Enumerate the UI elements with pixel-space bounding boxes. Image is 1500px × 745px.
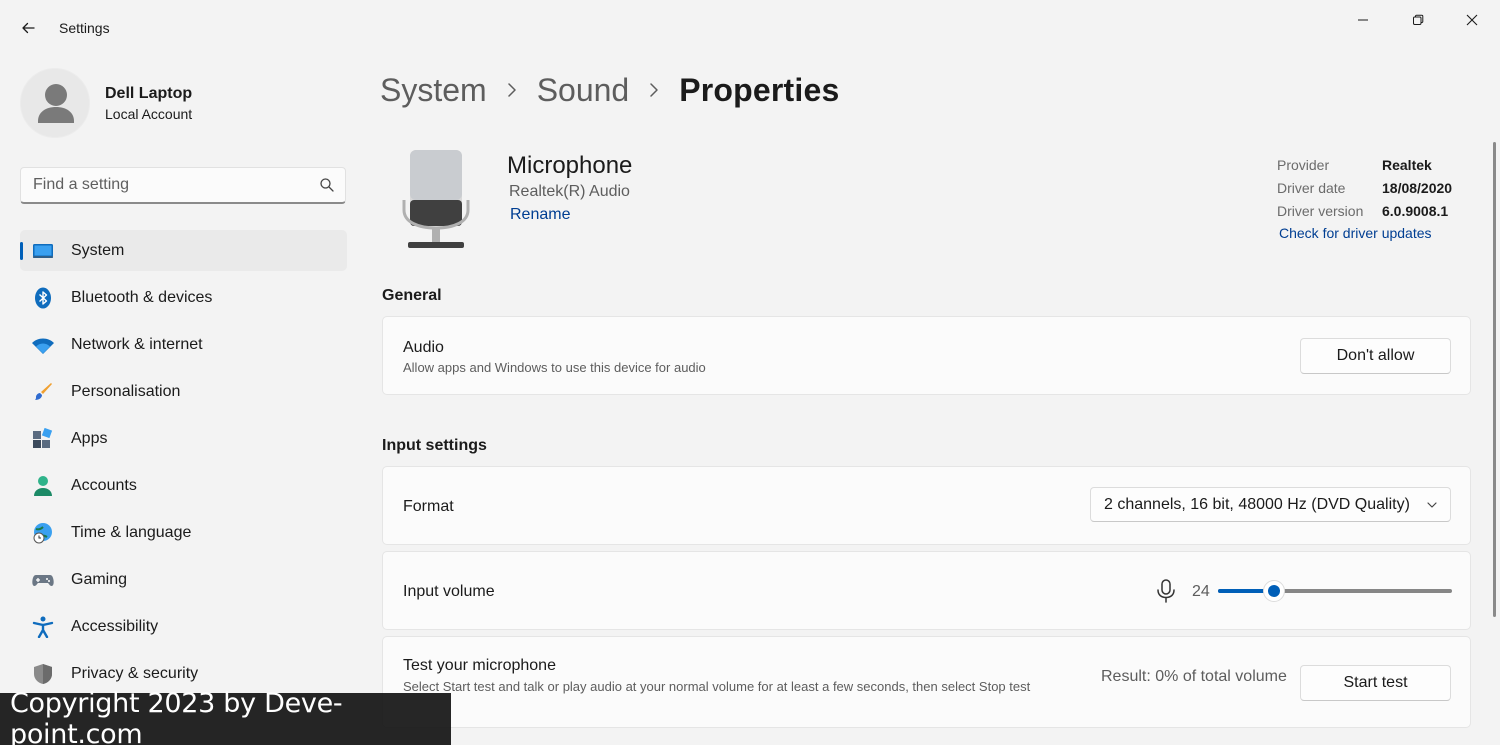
format-card: Format 2 channels, 16 bit, 48000 Hz (DVD… (382, 466, 1471, 545)
sidebar-item-label: Accessibility (71, 617, 159, 635)
apps-icon (33, 428, 53, 448)
shield-icon (34, 664, 52, 684)
chevron-right-icon (650, 83, 658, 97)
wifi-icon (32, 338, 54, 354)
sidebar-item-label: Network & internet (71, 335, 203, 353)
dont-allow-button[interactable]: Don't allow (1300, 338, 1451, 374)
gamepad-icon (32, 575, 54, 586)
sidebar-item-label: Apps (71, 429, 108, 447)
brush-icon (35, 383, 52, 400)
audio-title: Audio (403, 339, 444, 356)
audio-card: Audio Allow apps and Windows to use this… (382, 316, 1471, 395)
user-avatar-icon (38, 84, 74, 123)
driver-info-row: Driver date 18/08/2020 (1277, 178, 1477, 201)
restore-icon (1413, 14, 1424, 25)
search-input[interactable] (21, 168, 311, 202)
accessibility-icon (32, 616, 54, 638)
profile-name: Dell Laptop (105, 85, 193, 102)
copyright-watermark: Copyright 2023 by Deve-point.com (0, 688, 451, 745)
sidebar-item-apps[interactable]: Apps (20, 418, 347, 459)
sidebar-item-label: Bluetooth & devices (71, 288, 213, 306)
driver-info-key: Provider (1277, 157, 1330, 173)
title-bar: Settings (0, 0, 1500, 56)
accounts-icon (34, 476, 52, 496)
sidebar-item-time-language[interactable]: Time & language (20, 512, 347, 553)
breadcrumb: System Sound Properties (380, 68, 840, 112)
sidebar-nav: System Bluetooth & devices Network & int… (20, 230, 347, 700)
sidebar-item-gaming[interactable]: Gaming (20, 559, 347, 600)
sidebar-item-label: Gaming (71, 570, 128, 588)
rename-link[interactable]: Rename (510, 206, 570, 224)
sidebar-item-label: Personalisation (71, 382, 181, 400)
restore-button[interactable] (1395, 6, 1441, 34)
test-microphone-card: Test your microphone Select Start test a… (382, 636, 1471, 728)
close-button[interactable] (1449, 6, 1495, 34)
driver-info-value: Realtek (1382, 157, 1432, 173)
sidebar-item-bluetooth-devices[interactable]: Bluetooth & devices (20, 277, 347, 318)
test-microphone-description: Select Start test and talk or play audio… (403, 679, 1031, 694)
sidebar-item-label: Privacy & security (71, 664, 199, 682)
driver-info-row: Driver version 6.0.9008.1 (1277, 201, 1477, 224)
microphone-device-icon (402, 150, 470, 248)
search-box (20, 167, 346, 204)
driver-info-row: Provider Realtek (1277, 155, 1477, 178)
sidebar-item-personalisation[interactable]: Personalisation (20, 371, 347, 412)
sidebar-item-accounts[interactable]: Accounts (20, 465, 347, 506)
breadcrumb-sound[interactable]: Sound (537, 72, 630, 109)
sidebar-item-label: System (71, 241, 125, 259)
driver-info-value: 6.0.9008.1 (1382, 203, 1449, 219)
driver-info-value: 18/08/2020 (1382, 180, 1453, 196)
start-test-button[interactable]: Start test (1300, 665, 1451, 701)
bluetooth-icon (35, 287, 51, 309)
driver-info-key: Driver date (1277, 180, 1346, 196)
input-volume-value: 24 (1192, 583, 1210, 600)
search-icon[interactable] (319, 177, 335, 193)
device-name: Microphone (507, 152, 633, 179)
format-selected-value: 2 channels, 16 bit, 48000 Hz (DVD Qualit… (1104, 496, 1410, 513)
test-microphone-title: Test your microphone (403, 657, 556, 674)
sidebar-item-accessibility[interactable]: Accessibility (20, 606, 347, 647)
minimize-icon (1358, 19, 1368, 21)
test-result-text: Result: 0% of total volume (1101, 668, 1287, 685)
input-volume-slider[interactable] (1218, 580, 1452, 602)
avatar (20, 68, 90, 138)
sidebar-item-label: Accounts (71, 476, 137, 494)
minimize-button[interactable] (1340, 6, 1386, 34)
slider-thumb[interactable] (1263, 580, 1286, 602)
section-title-input-settings: Input settings (382, 437, 487, 454)
input-volume-card: Input volume 24 (382, 551, 1471, 630)
microphone-icon[interactable] (1155, 579, 1177, 603)
breadcrumb-system[interactable]: System (380, 72, 487, 109)
user-profile[interactable]: Dell Laptop Local Account (20, 68, 340, 140)
sidebar-item-network-internet[interactable]: Network & internet (20, 324, 347, 365)
sidebar-item-system[interactable]: System (20, 230, 347, 271)
back-arrow-icon (22, 22, 35, 34)
breadcrumb-separator (629, 82, 679, 98)
globe-clock-icon (33, 523, 52, 544)
sidebar-item-label: Time & language (71, 523, 192, 541)
system-icon (33, 244, 53, 258)
chevron-down-icon (1427, 502, 1437, 508)
check-driver-updates-link[interactable]: Check for driver updates (1279, 225, 1432, 241)
scrollbar[interactable] (1493, 142, 1496, 617)
close-icon (1466, 14, 1478, 26)
driver-info-key: Driver version (1277, 203, 1364, 219)
driver-info: Provider Realtek Driver date 18/08/2020 … (1277, 155, 1477, 224)
breadcrumb-separator (487, 82, 537, 98)
section-title-general: General (382, 287, 442, 304)
page-title: Properties (679, 71, 840, 108)
format-label: Format (403, 498, 454, 515)
device-driver-name: Realtek(R) Audio (509, 183, 630, 200)
chevron-right-icon (507, 83, 516, 97)
profile-account-type: Local Account (105, 106, 193, 122)
audio-description: Allow apps and Windows to use this devic… (403, 360, 706, 375)
app-title: Settings (59, 20, 110, 36)
back-button[interactable] (14, 14, 42, 42)
format-dropdown[interactable]: 2 channels, 16 bit, 48000 Hz (DVD Qualit… (1090, 487, 1451, 522)
input-volume-label: Input volume (403, 583, 495, 600)
